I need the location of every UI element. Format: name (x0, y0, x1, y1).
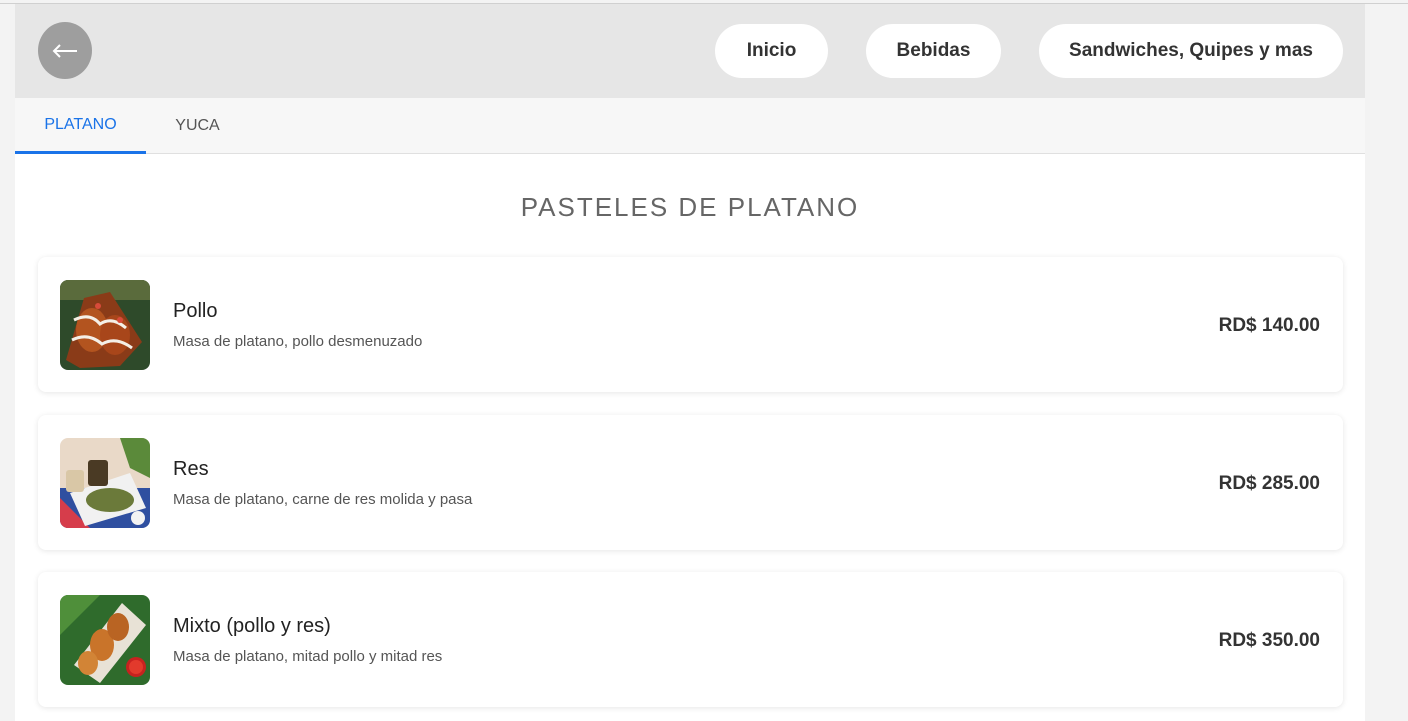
item-price: RD$ 350.00 (1218, 630, 1320, 651)
item-description: Masa de platano, carne de res molida y p… (173, 491, 473, 508)
tab-yuca[interactable]: YUCA (146, 98, 249, 154)
menu-app: Inicio Bebidas Sandwiches, Quipes y mas … (15, 4, 1365, 721)
item-photo-pollo (60, 280, 150, 370)
nav-sandwiches-button[interactable]: Sandwiches, Quipes y mas (1039, 24, 1343, 78)
menu-item-card[interactable]: Mixto (pollo y res) Masa de platano, mit… (38, 572, 1343, 707)
nav-bebidas-button[interactable]: Bebidas (866, 24, 1001, 78)
item-photo-mixto (60, 595, 150, 685)
item-name: Res (173, 458, 209, 480)
back-button[interactable] (38, 22, 92, 79)
menu-item-card[interactable]: Res Masa de platano, carne de res molida… (38, 415, 1343, 550)
category-tabs: PLATANO YUCA (15, 98, 1365, 154)
item-price: RD$ 285.00 (1218, 473, 1320, 494)
item-description: Masa de platano, mitad pollo y mitad res (173, 648, 443, 665)
section-title: PASTELES DE PLATANO (520, 192, 860, 222)
nav-inicio-button[interactable]: Inicio (715, 24, 828, 78)
item-price: RD$ 140.00 (1218, 315, 1320, 336)
item-name: Mixto (pollo y res) (173, 615, 331, 637)
arrow-left-icon (52, 43, 77, 58)
item-photo-res (60, 438, 150, 528)
header-bar: Inicio Bebidas Sandwiches, Quipes y mas (15, 4, 1365, 98)
tab-platano[interactable]: PLATANO (15, 98, 146, 154)
item-name: Pollo (173, 300, 218, 322)
item-description: Masa de platano, pollo desmenuzado (173, 333, 423, 350)
menu-item-card[interactable]: Pollo Masa de platano, pollo desmenuzado… (38, 257, 1343, 392)
